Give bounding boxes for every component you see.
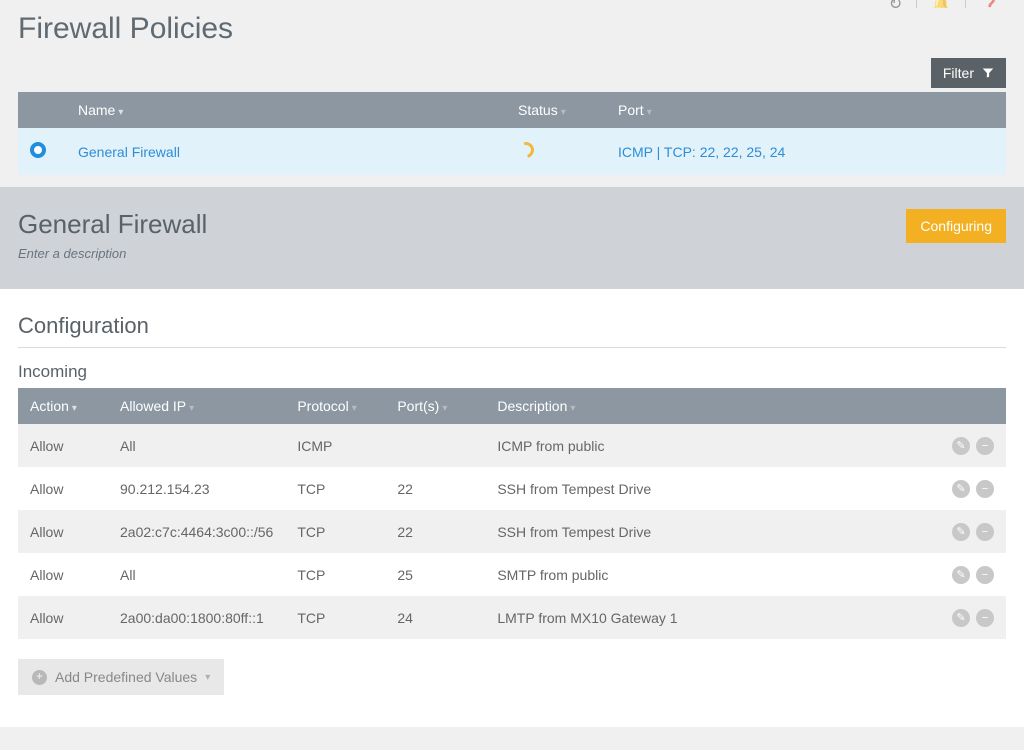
separator [965, 0, 966, 8]
edit-icon[interactable]: ✎ [952, 480, 970, 498]
edit-icon[interactable]: ✎ [952, 609, 970, 627]
remove-icon[interactable]: − [976, 437, 994, 455]
rules-table: Action Allowed IP Protocol Port(s) Descr… [18, 388, 1006, 639]
top-icons-bar: ↻ 🔔 ❓ [0, 0, 1024, 8]
rule-row: Allow90.212.154.23TCP22SSH from Tempest … [18, 467, 1006, 510]
status-badge: Configuring [906, 209, 1006, 243]
rule-description: SSH from Tempest Drive [485, 510, 916, 553]
rule-action: Allow [18, 424, 108, 467]
rule-protocol: TCP [285, 596, 385, 639]
col-allowed-ip[interactable]: Allowed IP [108, 388, 285, 424]
rule-description: ICMP from public [485, 424, 916, 467]
rule-ip: All [108, 424, 285, 467]
filter-button[interactable]: Filter [931, 58, 1006, 88]
filter-label: Filter [943, 65, 974, 81]
edit-icon[interactable]: ✎ [952, 523, 970, 541]
add-predefined-label: Add Predefined Values [55, 669, 197, 685]
rule-action: Allow [18, 596, 108, 639]
policy-row[interactable]: General Firewall ICMP | TCP: 22, 22, 25,… [18, 128, 1006, 175]
remove-icon[interactable]: − [976, 523, 994, 541]
rule-row: AllowAllTCP25SMTP from public ✎− [18, 553, 1006, 596]
incoming-label: Incoming [18, 362, 1006, 382]
rule-ip: All [108, 553, 285, 596]
rule-action: Allow [18, 510, 108, 553]
rule-row: Allow2a02:c7c:4464:3c00::/56TCP22SSH fro… [18, 510, 1006, 553]
rule-protocol: TCP [285, 510, 385, 553]
loading-spinner-icon [515, 139, 537, 161]
chevron-down-icon: ▾ [205, 672, 210, 683]
rule-description: LMTP from MX10 Gateway 1 [485, 596, 916, 639]
rule-description: SMTP from public [485, 553, 916, 596]
col-description[interactable]: Description [485, 388, 916, 424]
detail-header: General Firewall Enter a description Con… [0, 187, 1024, 289]
rule-protocol: ICMP [285, 424, 385, 467]
rule-ports: 25 [385, 553, 485, 596]
col-status[interactable]: Status [506, 92, 606, 128]
col-name[interactable]: Name [66, 92, 506, 128]
rule-ports: 22 [385, 510, 485, 553]
remove-icon[interactable]: − [976, 609, 994, 627]
policy-name[interactable]: General Firewall [66, 128, 506, 175]
add-predefined-button[interactable]: + Add Predefined Values ▾ [18, 659, 224, 695]
col-port[interactable]: Port [606, 92, 1006, 128]
col-action[interactable]: Action [18, 388, 108, 424]
refresh-icon[interactable]: ↻ [883, 0, 908, 8]
separator [916, 0, 917, 8]
policy-port: ICMP | TCP: 22, 22, 25, 24 [606, 128, 1006, 175]
rule-ports [385, 424, 485, 467]
rule-action: Allow [18, 553, 108, 596]
col-protocol[interactable]: Protocol [285, 388, 385, 424]
description-input[interactable]: Enter a description [18, 246, 207, 261]
rule-protocol: TCP [285, 553, 385, 596]
edit-icon[interactable]: ✎ [952, 566, 970, 584]
rule-ip: 2a00:da00:1800:80ff::1 [108, 596, 285, 639]
help-icon[interactable]: ❓ [974, 0, 1006, 8]
rule-ip: 90.212.154.23 [108, 467, 285, 510]
policies-table: Name Status Port General Firewall ICMP |… [18, 92, 1006, 175]
rule-row: AllowAllICMP ICMP from public ✎− [18, 424, 1006, 467]
edit-icon[interactable]: ✎ [952, 437, 970, 455]
remove-icon[interactable]: − [976, 480, 994, 498]
bell-icon[interactable]: 🔔 [925, 0, 957, 8]
rule-ip: 2a02:c7c:4464:3c00::/56 [108, 510, 285, 553]
rule-description: SSH from Tempest Drive [485, 467, 916, 510]
rule-ports: 22 [385, 467, 485, 510]
filter-icon [982, 67, 994, 79]
config-heading: Configuration [18, 313, 1006, 348]
radio-selected-icon[interactable] [30, 142, 46, 158]
col-ports[interactable]: Port(s) [385, 388, 485, 424]
rule-ports: 24 [385, 596, 485, 639]
rule-action: Allow [18, 467, 108, 510]
remove-icon[interactable]: − [976, 566, 994, 584]
rule-row: Allow2a00:da00:1800:80ff::1TCP24LMTP fro… [18, 596, 1006, 639]
page-title: Firewall Policies [0, 8, 1024, 58]
detail-title: General Firewall [18, 209, 207, 240]
plus-icon: + [32, 670, 47, 685]
rule-protocol: TCP [285, 467, 385, 510]
